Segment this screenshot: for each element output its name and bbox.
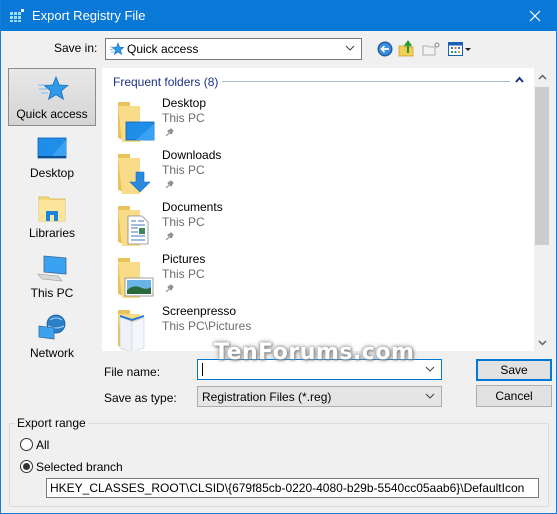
list-item[interactable]: Documents This PC [114,200,514,252]
place-label: Quick access [16,107,88,121]
star-icon [110,42,124,56]
list-item[interactable]: Downloads This PC [114,148,514,200]
window-title: Export Registry File [32,8,146,23]
places-bar: Quick access Desktop Libraries This PC N… [8,68,96,368]
save-button[interactable]: Save [476,359,552,381]
text-caret [202,363,203,376]
export-registry-dialog: Export Registry File Save in: Quick acce… [0,0,557,514]
back-arrow-icon [377,41,393,57]
folder-up-icon [398,40,414,57]
documents-folder-icon [118,206,149,246]
radio-selected-branch[interactable] [20,460,33,473]
item-location: This PC [162,267,205,281]
save-in-dropdown[interactable]: Quick access [105,38,362,60]
group-divider [222,81,510,82]
network-icon [38,314,66,340]
save-in-label: Save in: [54,41,98,55]
chevron-down-icon [345,45,355,51]
place-label: Desktop [29,166,75,180]
save-as-type-value: Registration Files (*.reg) [202,390,332,404]
file-name-input[interactable] [197,359,442,380]
export-range-title: Export range [15,416,88,430]
title-bar: Export Registry File [1,0,557,31]
item-location: This PC [162,111,205,125]
chevron-up-icon [537,73,547,80]
view-menu-button[interactable] [447,39,473,59]
scroll-thumb[interactable] [535,87,549,245]
cancel-button[interactable]: Cancel [476,385,552,407]
view-menu-icon [448,42,471,56]
computer-icon [37,255,67,282]
selected-branch-input[interactable]: HKEY_CLASSES_ROOT\CLSID\{679f85cb-0220-4… [46,478,539,498]
place-desktop[interactable]: Desktop [8,128,96,186]
desktop-icon [37,137,67,159]
place-network[interactable]: Network [8,308,96,366]
pin-icon [165,180,174,189]
libraries-icon [38,196,66,222]
place-label: Libraries [28,226,76,240]
chevron-down-icon [537,339,547,346]
save-in-value: Quick access [127,42,199,56]
screenpresso-folder-icon [118,310,145,351]
save-as-type-label: Save as type: [104,391,177,405]
place-this-pc[interactable]: This PC [8,248,96,306]
item-name: Screenpresso [162,304,237,318]
up-one-level-button[interactable] [397,39,417,59]
file-list[interactable]: Frequent folders (8) Desktop This PC Dow… [102,68,534,351]
vertical-scrollbar[interactable] [534,68,550,351]
chevron-down-icon [425,393,435,399]
item-name: Documents [162,200,223,214]
place-libraries[interactable]: Libraries [8,188,96,246]
scroll-down-button[interactable] [534,334,550,351]
radio-selected-branch-label[interactable]: Selected branch [36,460,123,474]
close-button[interactable] [512,0,557,31]
scroll-up-button[interactable] [534,68,550,85]
pin-icon [165,232,174,241]
list-item[interactable]: Screenpresso This PC\Pictures [114,304,514,351]
radio-all[interactable] [20,438,33,451]
regedit-app-icon [10,9,24,22]
star-icon [38,75,69,101]
pin-icon [165,284,174,293]
pin-icon [165,128,174,137]
file-name-label: File name: [104,365,161,379]
desktop-folder-icon [118,102,155,142]
close-icon [529,10,541,21]
item-name: Desktop [162,96,207,110]
downloads-folder-icon [118,154,151,194]
chevron-down-icon[interactable] [425,364,435,374]
chevron-up-icon[interactable] [515,76,524,83]
item-name: Downloads [162,148,222,162]
item-location: This PC [162,215,205,229]
item-location: This PC [162,163,205,177]
save-as-type-dropdown[interactable]: Registration Files (*.reg) [197,386,442,407]
back-button[interactable] [375,39,395,59]
radio-all-label[interactable]: All [36,438,49,452]
new-folder-button[interactable] [421,39,441,59]
group-header-frequent-folders[interactable]: Frequent folders (8) [113,75,218,89]
item-location: This PC\Pictures [162,319,252,333]
new-folder-icon [422,42,440,56]
item-name: Pictures [162,252,206,266]
place-label: Network [29,346,74,360]
place-label: This PC [30,286,74,300]
list-item[interactable]: Desktop This PC [114,96,514,148]
pictures-folder-icon [118,258,154,298]
place-quick-access[interactable]: Quick access [8,68,96,126]
list-item[interactable]: Pictures This PC [114,252,514,304]
selected-branch-value: HKEY_CLASSES_ROOT\CLSID\{679f85cb-0220-4… [50,481,525,495]
